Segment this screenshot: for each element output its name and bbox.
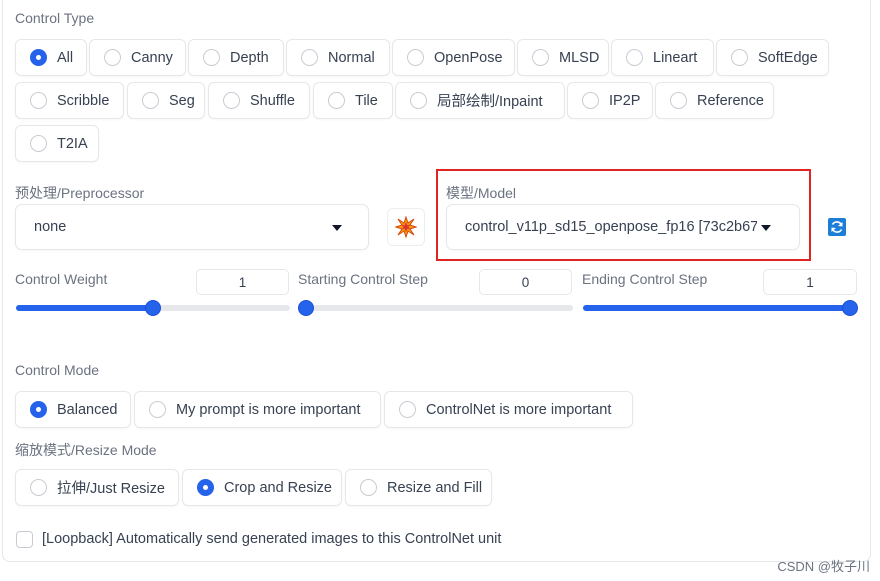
- option-label: Tile: [355, 92, 378, 109]
- control-type-option-reference[interactable]: Reference: [655, 82, 774, 119]
- control-type-option-all[interactable]: All: [15, 39, 87, 76]
- control-weight-label: Control Weight: [15, 271, 108, 287]
- option-label: Depth: [230, 49, 269, 66]
- resize-mode-label: 缩放模式/Resize Mode: [15, 442, 157, 458]
- radio-icon: [532, 49, 549, 66]
- model-highlight-box: [436, 169, 811, 261]
- option-label: ControlNet is more important: [426, 401, 612, 418]
- radio-icon: [104, 49, 121, 66]
- slider-thumb[interactable]: [297, 300, 314, 316]
- ending-step-slider[interactable]: [583, 300, 859, 316]
- control-type-option-t2ia[interactable]: T2IA: [15, 125, 99, 162]
- radio-selected-icon: [30, 401, 47, 418]
- control-type-option-normal[interactable]: Normal: [286, 39, 390, 76]
- radio-icon: [30, 92, 47, 109]
- radio-icon: [626, 49, 643, 66]
- radio-icon: [731, 49, 748, 66]
- option-label: Canny: [131, 49, 173, 66]
- radio-icon: [30, 479, 47, 496]
- control-type-option-tile[interactable]: Tile: [313, 82, 393, 119]
- slider-fill: [16, 305, 153, 311]
- radio-selected-icon: [30, 49, 47, 66]
- preprocessor-value: none: [34, 219, 67, 235]
- radio-icon: [223, 92, 240, 109]
- option-label: All: [57, 49, 74, 66]
- radio-selected-icon: [197, 479, 214, 496]
- preprocessor-label: 预处理/Preprocessor: [15, 185, 145, 201]
- option-label: Normal: [328, 49, 375, 66]
- control-type-option-canny[interactable]: Canny: [89, 39, 186, 76]
- control-type-option-mlsd[interactable]: MLSD: [517, 39, 609, 76]
- loopback-checkbox[interactable]: [16, 531, 33, 548]
- option-label: Resize and Fill: [387, 479, 483, 496]
- option-label: 局部绘制/Inpaint: [437, 94, 543, 110]
- control-type-option-ip2p[interactable]: IP2P: [567, 82, 653, 119]
- radio-icon: [30, 135, 47, 152]
- radio-icon: [142, 92, 159, 109]
- control-type-option-scribble[interactable]: Scribble: [15, 82, 124, 119]
- slider-fill: [583, 305, 857, 311]
- control-type-option-openpose[interactable]: OpenPose: [392, 39, 515, 76]
- starting-step-input[interactable]: 0: [479, 269, 572, 295]
- resize-mode-option-resize-and-fill[interactable]: Resize and Fill: [345, 469, 492, 506]
- option-label: Balanced: [57, 401, 118, 418]
- radio-icon: [407, 49, 424, 66]
- option-label: Shuffle: [250, 92, 295, 109]
- radio-icon: [149, 401, 166, 418]
- chevron-down-icon: [332, 225, 342, 231]
- option-label: OpenPose: [434, 49, 503, 66]
- option-label: Scribble: [57, 92, 110, 109]
- ending-step-input[interactable]: 1: [763, 269, 857, 295]
- control-mode-option-controlnet[interactable]: ControlNet is more important: [384, 391, 633, 428]
- refresh-icon: [828, 218, 846, 236]
- control-mode-label: Control Mode: [15, 362, 100, 378]
- option-label: 拉伸/Just Resize: [57, 481, 165, 497]
- radio-icon: [670, 92, 687, 109]
- resize-mode-option-crop-and-resize[interactable]: Crop and Resize: [182, 469, 342, 506]
- option-label: Lineart: [653, 49, 698, 66]
- control-weight-input[interactable]: 1: [196, 269, 289, 295]
- control-type-label: Control Type: [15, 10, 95, 26]
- control-type-option-inpaint[interactable]: 局部绘制/Inpaint: [395, 82, 565, 119]
- slider-thumb[interactable]: [145, 300, 161, 316]
- run-preprocessor-button[interactable]: [387, 208, 425, 246]
- radio-icon: [399, 401, 416, 418]
- radio-icon: [203, 49, 220, 66]
- option-label: Reference: [697, 92, 764, 109]
- option-label: Crop and Resize: [224, 479, 332, 496]
- explosion-icon: [395, 216, 417, 238]
- radio-icon: [328, 92, 345, 109]
- control-mode-option-balanced[interactable]: Balanced: [15, 391, 131, 428]
- option-label: MLSD: [559, 49, 600, 66]
- control-type-option-shuffle[interactable]: Shuffle: [208, 82, 310, 119]
- loopback-label: [Loopback] Automatically send generated …: [42, 531, 502, 547]
- option-label: My prompt is more important: [176, 401, 361, 418]
- resize-mode-option-just-resize[interactable]: 拉伸/Just Resize: [15, 469, 179, 506]
- refresh-models-button[interactable]: [818, 208, 856, 246]
- ending-step-label: Ending Control Step: [582, 271, 708, 287]
- control-weight-slider[interactable]: [16, 300, 290, 316]
- control-type-option-lineart[interactable]: Lineart: [611, 39, 714, 76]
- starting-step-slider[interactable]: [297, 300, 573, 316]
- radio-icon: [360, 479, 377, 496]
- radio-icon: [410, 92, 427, 109]
- option-label: T2IA: [57, 135, 88, 152]
- option-label: IP2P: [609, 92, 641, 109]
- radio-icon: [582, 92, 599, 109]
- control-type-option-softedge[interactable]: SoftEdge: [716, 39, 829, 76]
- option-label: SoftEdge: [758, 49, 818, 66]
- option-label: Seg: [169, 92, 195, 109]
- control-mode-option-prompt[interactable]: My prompt is more important: [134, 391, 381, 428]
- watermark: CSDN @牧子川: [777, 559, 870, 574]
- radio-icon: [301, 49, 318, 66]
- control-type-option-depth[interactable]: Depth: [188, 39, 284, 76]
- preprocessor-dropdown[interactable]: none: [15, 204, 369, 250]
- starting-step-label: Starting Control Step: [298, 271, 428, 287]
- control-type-option-seg[interactable]: Seg: [127, 82, 205, 119]
